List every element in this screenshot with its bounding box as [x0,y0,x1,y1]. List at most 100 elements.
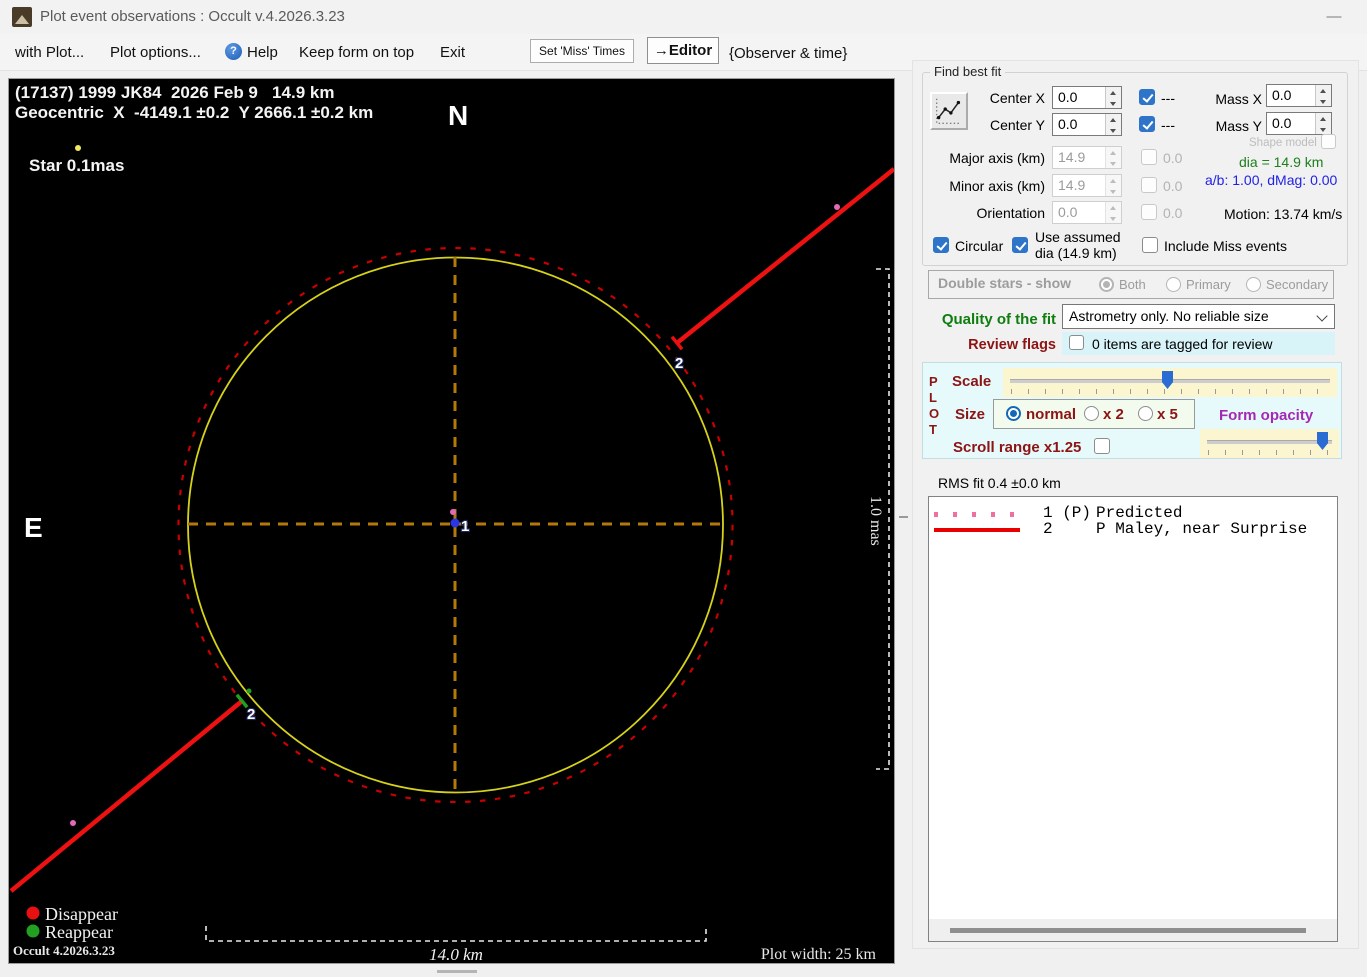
orientation-checkbox[interactable] [1141,204,1157,220]
scale-label: Scale [952,373,992,390]
scroll-range-checkbox[interactable] [1094,438,1110,454]
circular-checkbox[interactable] [933,237,949,253]
menu-with-plot[interactable]: with Plot... [15,44,84,61]
app-window: Plot event observations : Occult v.4.202… [0,0,1367,977]
editor-button[interactable]: →Editor [647,37,719,64]
major-axis-err: 0.0 [1163,150,1183,166]
help-icon[interactable]: ? [225,43,242,60]
minimize-button[interactable]: — [1316,4,1352,30]
form-opacity-slider[interactable] [1200,429,1339,458]
mass-x-input[interactable]: 0.0 [1266,84,1332,107]
minor-axis-checkbox[interactable] [1141,177,1157,193]
mass-x-value[interactable]: 0.0 [1267,85,1315,106]
chord2-lower-segment [9,699,244,893]
include-miss-label: Include Miss events [1164,238,1287,254]
double-stars-secondary-radio[interactable] [1246,277,1261,292]
double-stars-both-radio[interactable] [1099,277,1114,292]
mas-scale-label: 1.0 mas [867,496,884,546]
major-axis-label: Major axis (km) [949,150,1045,166]
list-scrollbar-thumb[interactable] [950,928,1306,933]
shape-model-checkbox[interactable] [1321,134,1336,149]
quality-value: Astrometry only. No reliable size [1069,308,1269,324]
occultation-plot: (17137) 1999 JK84 2026 Feb 9 14.9 km Geo… [9,83,896,964]
orientation-input: 0.0 [1052,201,1122,224]
menu-keep-on-top[interactable]: Keep form on top [299,44,414,61]
chord1-label: 1 [461,518,469,535]
bottom-grip[interactable] [437,970,477,973]
legend-disappear-label: Disappear [45,904,118,924]
reappear-dot [246,688,252,694]
major-axis-input: 14.9 [1052,146,1122,169]
menu-exit[interactable]: Exit [440,44,465,61]
size-normal-radio[interactable] [1006,406,1021,421]
major-axis-checkbox[interactable] [1141,149,1157,165]
orientation-label: Orientation [976,205,1045,221]
disappear-legend-dot [26,906,40,920]
set-miss-times-button[interactable]: Set 'Miss' Times [530,39,634,63]
form-opacity-track[interactable] [1207,440,1332,444]
north-label: N [448,100,468,131]
plot-pane[interactable]: (17137) 1999 JK84 2026 Feb 9 14.9 km Geo… [8,78,896,964]
predicted-point [450,509,456,515]
menu-help[interactable]: Help [247,44,278,61]
predicted-line-sample [934,512,1020,517]
chord2-label-disappear: 2 [675,355,683,372]
center-x-value[interactable]: 0.0 [1053,87,1105,108]
orientation-err: 0.0 [1163,205,1183,221]
review-flags-checkbox[interactable] [1069,335,1084,350]
review-flags-text: 0 items are tagged for review [1092,336,1273,352]
orientation-value: 0.0 [1058,204,1078,220]
use-assumed-label-1: Use assumed [1035,229,1121,245]
mass-y-value[interactable]: 0.0 [1267,113,1315,134]
quality-dropdown[interactable]: Astrometry only. No reliable size [1062,304,1335,329]
review-flags-label: Review flags [968,337,1056,353]
use-assumed-checkbox[interactable] [1012,237,1028,253]
chord-line-sample [934,528,1020,532]
scroll-range-label: Scroll range x1.25 [953,439,1082,456]
double-stars-primary-label: Primary [1186,277,1231,292]
minor-axis-input: 14.9 [1052,174,1122,197]
center-x-dash: --- [1161,90,1175,106]
observation-id[interactable]: 2 [1043,520,1053,538]
minor-axis-value: 14.9 [1058,177,1086,193]
size-x5-radio[interactable] [1138,406,1153,421]
double-stars-primary-radio[interactable] [1166,277,1181,292]
mass-y-spinner[interactable] [1315,113,1331,134]
size-x2-radio[interactable] [1084,406,1099,421]
minor-axis-label: Minor axis (km) [949,178,1045,194]
chord2-label-reappear: 2 [247,706,255,723]
star-dot [75,145,81,151]
center-marker [450,518,460,528]
center-x-input[interactable]: 0.0 [1052,86,1122,109]
include-miss-checkbox[interactable] [1142,237,1158,253]
mass-x-spinner[interactable] [1315,85,1331,106]
center-x-spinner[interactable] [1105,87,1121,108]
chevron-down-icon [1316,310,1328,322]
form-opacity-label: Form opacity [1219,407,1314,424]
splitter-grip[interactable] [899,516,908,518]
window-title: Plot event observations : Occult v.4.202… [40,8,345,25]
center-x-checkbox[interactable] [1139,89,1155,105]
mass-y-input[interactable]: 0.0 [1266,112,1332,135]
menu-plot-options[interactable]: Plot options... [110,44,201,61]
quality-label: Quality of the fit [941,311,1056,328]
center-y-value[interactable]: 0.0 [1053,114,1105,135]
plot-letter-p: P [929,374,938,389]
center-y-input[interactable]: 0.0 [1052,113,1122,136]
center-y-checkbox[interactable] [1139,116,1155,132]
km-scale-label: 14.0 km [429,945,483,963]
plot-letter-t: T [929,422,937,437]
observations-list[interactable] [928,496,1338,942]
dia-text: dia = 14.9 km [1239,154,1324,170]
size-normal-label: normal [1026,406,1077,423]
ab-text: a/b: 1.00, dMag: 0.00 [1205,172,1338,188]
form-opacity-thumb[interactable] [1317,432,1328,450]
scale-slider[interactable] [1003,368,1337,397]
reappear-legend-dot [26,924,40,938]
observation-name[interactable]: P Maley, near Surprise [1096,520,1307,538]
center-y-spinner[interactable] [1105,114,1121,135]
major-axis-spinner [1105,147,1121,168]
scale-slider-thumb[interactable] [1162,371,1173,389]
form-opacity-ticks [1208,450,1334,455]
plot-title-line1: (17137) 1999 JK84 2026 Feb 9 14.9 km [15,83,334,102]
